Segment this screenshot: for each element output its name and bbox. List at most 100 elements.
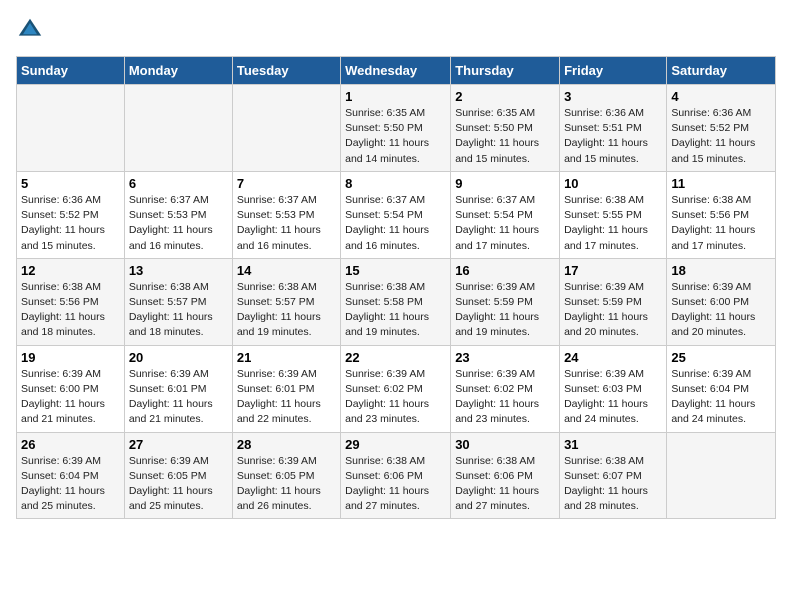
day-info: Sunrise: 6:36 AM Sunset: 5:51 PM Dayligh… (564, 106, 662, 167)
logo (16, 16, 48, 44)
page-header (16, 16, 776, 44)
calendar-week-row: 12 Sunrise: 6:38 AM Sunset: 5:56 PM Dayli… (17, 258, 776, 345)
day-info: Sunrise: 6:39 AM Sunset: 5:59 PM Dayligh… (455, 280, 555, 341)
day-number: 30 (455, 437, 555, 452)
calendar-cell: 14Sunrise: 6:38 AM Sunset: 5:57 PM Dayli… (232, 258, 340, 345)
day-number: 23 (455, 350, 555, 365)
calendar-cell: 30 Sunrise: 6:38 AM Sunset: 6:06 PM Dayli… (451, 432, 560, 519)
day-info: Sunrise: 6:38 AM Sunset: 5:57 PM Dayligh… (129, 280, 228, 341)
day-info: Sunrise: 6:38 AM Sunset: 5:58 PM Dayligh… (345, 280, 446, 341)
day-info: Sunrise: 6:38 AM Sunset: 6:06 PM Dayligh… (455, 454, 555, 515)
day-number: 18 (671, 263, 771, 278)
weekday-header-friday: Friday (560, 57, 667, 85)
day-info: Sunrise: 6:37 AM Sunset: 5:53 PM Dayligh… (237, 193, 336, 254)
day-number: 14 (237, 263, 336, 278)
day-info: Sunrise: 6:36 AM Sunset: 5:52 PM Dayligh… (671, 106, 771, 167)
day-number: 2 (455, 89, 555, 104)
day-number: 17 (564, 263, 662, 278)
day-info: Sunrise: 6:39 AM Sunset: 6:05 PM Dayligh… (237, 454, 336, 515)
calendar-cell (667, 432, 776, 519)
day-number: 6 (129, 176, 228, 191)
calendar-cell: 10 Sunrise: 6:38 AM Sunset: 5:55 PM Dayli… (560, 171, 667, 258)
day-info: Sunrise: 6:37 AM Sunset: 5:53 PM Dayligh… (129, 193, 228, 254)
calendar-week-row: 19 Sunrise: 6:39 AM Sunset: 6:00 PM Dayli… (17, 345, 776, 432)
day-number: 26 (21, 437, 120, 452)
day-number: 25 (671, 350, 771, 365)
day-number: 7 (237, 176, 336, 191)
calendar-cell: 22 Sunrise: 6:39 AM Sunset: 6:02 PM Dayli… (341, 345, 451, 432)
day-info: Sunrise: 6:39 AM Sunset: 6:04 PM Dayligh… (671, 367, 771, 428)
calendar-cell: 1Sunrise: 6:35 AM Sunset: 5:50 PM Daylig… (341, 85, 451, 172)
calendar-cell (124, 85, 232, 172)
day-info: Sunrise: 6:35 AM Sunset: 5:50 PM Dayligh… (455, 106, 555, 167)
calendar-cell: 7 Sunrise: 6:37 AM Sunset: 5:53 PM Daylig… (232, 171, 340, 258)
weekday-header-monday: Monday (124, 57, 232, 85)
weekday-header-tuesday: Tuesday (232, 57, 340, 85)
calendar-header: SundayMondayTuesdayWednesdayThursdayFrid… (17, 57, 776, 85)
day-number: 19 (21, 350, 120, 365)
calendar-week-row: 1 Sunrise: 6:35 AM Sunset: 5:50 PM Daylig… (17, 85, 776, 172)
day-info: Sunrise: 6:39 AM Sunset: 6:04 PM Dayligh… (21, 454, 120, 515)
calendar-cell: 19 Sunrise: 6:39 AM Sunset: 6:00 PM Dayli… (17, 345, 125, 432)
logo-icon (16, 16, 44, 44)
calendar-cell (232, 85, 340, 172)
calendar-cell: 12 Sunrise: 6:38 AM Sunset: 5:56 PM Dayli… (17, 258, 125, 345)
day-number: 29 (345, 437, 446, 452)
calendar-cell: 20 Sunrise: 6:39 AM Sunset: 6:01 PM Dayli… (124, 345, 232, 432)
day-number: 21 (237, 350, 336, 365)
day-info: Sunrise: 6:39 AM Sunset: 6:05 PM Dayligh… (129, 454, 228, 515)
calendar-cell: 13 Sunrise: 6:38 AM Sunset: 5:57 PM Dayli… (124, 258, 232, 345)
day-number: 10 (564, 176, 662, 191)
day-number: 13 (129, 263, 228, 278)
calendar-cell: 11 Sunrise: 6:38 AM Sunset: 5:56 PM Dayli… (667, 171, 776, 258)
day-info: Sunrise: 6:38 AM Sunset: 5:56 PM Dayligh… (21, 280, 120, 341)
calendar-cell: 27Sunrise: 6:39 AM Sunset: 6:05 PM Dayli… (124, 432, 232, 519)
day-number: 8 (345, 176, 446, 191)
calendar-week-row: 26 Sunrise: 6:39 AM Sunset: 6:04 PM Dayli… (17, 432, 776, 519)
day-info: Sunrise: 6:39 AM Sunset: 6:02 PM Dayligh… (345, 367, 446, 428)
day-info: Sunrise: 6:39 AM Sunset: 5:59 PM Dayligh… (564, 280, 662, 341)
calendar-cell: 21 Sunrise: 6:39 AM Sunset: 6:01 PM Dayli… (232, 345, 340, 432)
calendar-cell: 16 Sunrise: 6:39 AM Sunset: 5:59 PM Dayli… (451, 258, 560, 345)
calendar-cell: 3 Sunrise: 6:36 AM Sunset: 5:51 PM Daylig… (560, 85, 667, 172)
day-info: Sunrise: 6:39 AM Sunset: 6:01 PM Dayligh… (237, 367, 336, 428)
day-info: Sunrise: 6:39 AM Sunset: 6:02 PM Dayligh… (455, 367, 555, 428)
calendar-cell: 5Sunrise: 6:36 AM Sunset: 5:52 PM Daylig… (17, 171, 125, 258)
day-info: Sunrise: 6:37 AM Sunset: 5:54 PM Dayligh… (345, 193, 446, 254)
day-number: 15 (345, 263, 446, 278)
weekday-header-sunday: Sunday (17, 57, 125, 85)
day-number: 9 (455, 176, 555, 191)
day-number: 1 (345, 89, 446, 104)
day-info: Sunrise: 6:39 AM Sunset: 6:00 PM Dayligh… (21, 367, 120, 428)
calendar-cell: 6 Sunrise: 6:37 AM Sunset: 5:53 PM Daylig… (124, 171, 232, 258)
day-info: Sunrise: 6:38 AM Sunset: 6:07 PM Dayligh… (564, 454, 662, 515)
day-number: 20 (129, 350, 228, 365)
day-number: 11 (671, 176, 771, 191)
day-info: Sunrise: 6:38 AM Sunset: 6:06 PM Dayligh… (345, 454, 446, 515)
day-number: 22 (345, 350, 446, 365)
calendar-cell: 15 Sunrise: 6:38 AM Sunset: 5:58 PM Dayli… (341, 258, 451, 345)
day-info: Sunrise: 6:39 AM Sunset: 6:01 PM Dayligh… (129, 367, 228, 428)
calendar-cell: 25 Sunrise: 6:39 AM Sunset: 6:04 PM Dayli… (667, 345, 776, 432)
calendar-cell: 18 Sunrise: 6:39 AM Sunset: 6:00 PM Dayli… (667, 258, 776, 345)
calendar-cell (17, 85, 125, 172)
day-info: Sunrise: 6:38 AM Sunset: 5:55 PM Dayligh… (564, 193, 662, 254)
weekday-header-row: SundayMondayTuesdayWednesdayThursdayFrid… (17, 57, 776, 85)
day-number: 12 (21, 263, 120, 278)
calendar-cell: 26 Sunrise: 6:39 AM Sunset: 6:04 PM Dayli… (17, 432, 125, 519)
day-number: 3 (564, 89, 662, 104)
weekday-header-thursday: Thursday (451, 57, 560, 85)
day-number: 4 (671, 89, 771, 104)
weekday-header-saturday: Saturday (667, 57, 776, 85)
day-number: 16 (455, 263, 555, 278)
calendar-cell: 24Sunrise: 6:39 AM Sunset: 6:03 PM Dayli… (560, 345, 667, 432)
calendar-cell: 4 Sunrise: 6:36 AM Sunset: 5:52 PM Daylig… (667, 85, 776, 172)
calendar-cell: 31Sunrise: 6:38 AM Sunset: 6:07 PM Dayli… (560, 432, 667, 519)
calendar-cell: 17 Sunrise: 6:39 AM Sunset: 5:59 PM Dayli… (560, 258, 667, 345)
day-number: 5 (21, 176, 120, 191)
day-info: Sunrise: 6:39 AM Sunset: 6:00 PM Dayligh… (671, 280, 771, 341)
day-info: Sunrise: 6:39 AM Sunset: 6:03 PM Dayligh… (564, 367, 662, 428)
day-info: Sunrise: 6:38 AM Sunset: 5:56 PM Dayligh… (671, 193, 771, 254)
calendar-week-row: 5Sunrise: 6:36 AM Sunset: 5:52 PM Daylig… (17, 171, 776, 258)
calendar-cell: 28Sunrise: 6:39 AM Sunset: 6:05 PM Dayli… (232, 432, 340, 519)
